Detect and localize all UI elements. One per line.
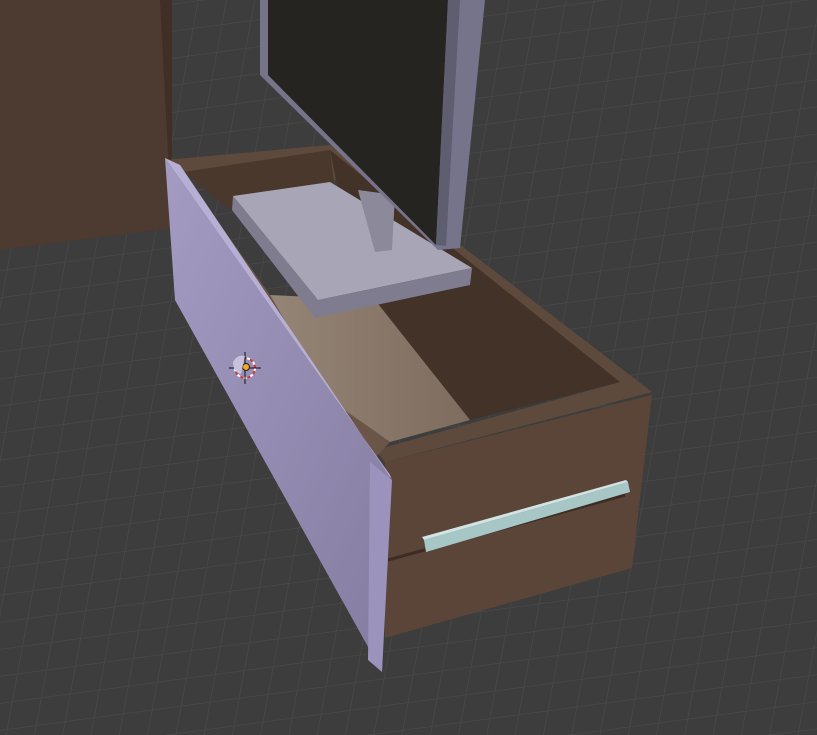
viewport-canvas[interactable] [0, 0, 817, 735]
3d-viewport[interactable] [0, 0, 817, 735]
object-origin-icon [242, 363, 250, 371]
wall-panel[interactable] [0, 0, 172, 250]
